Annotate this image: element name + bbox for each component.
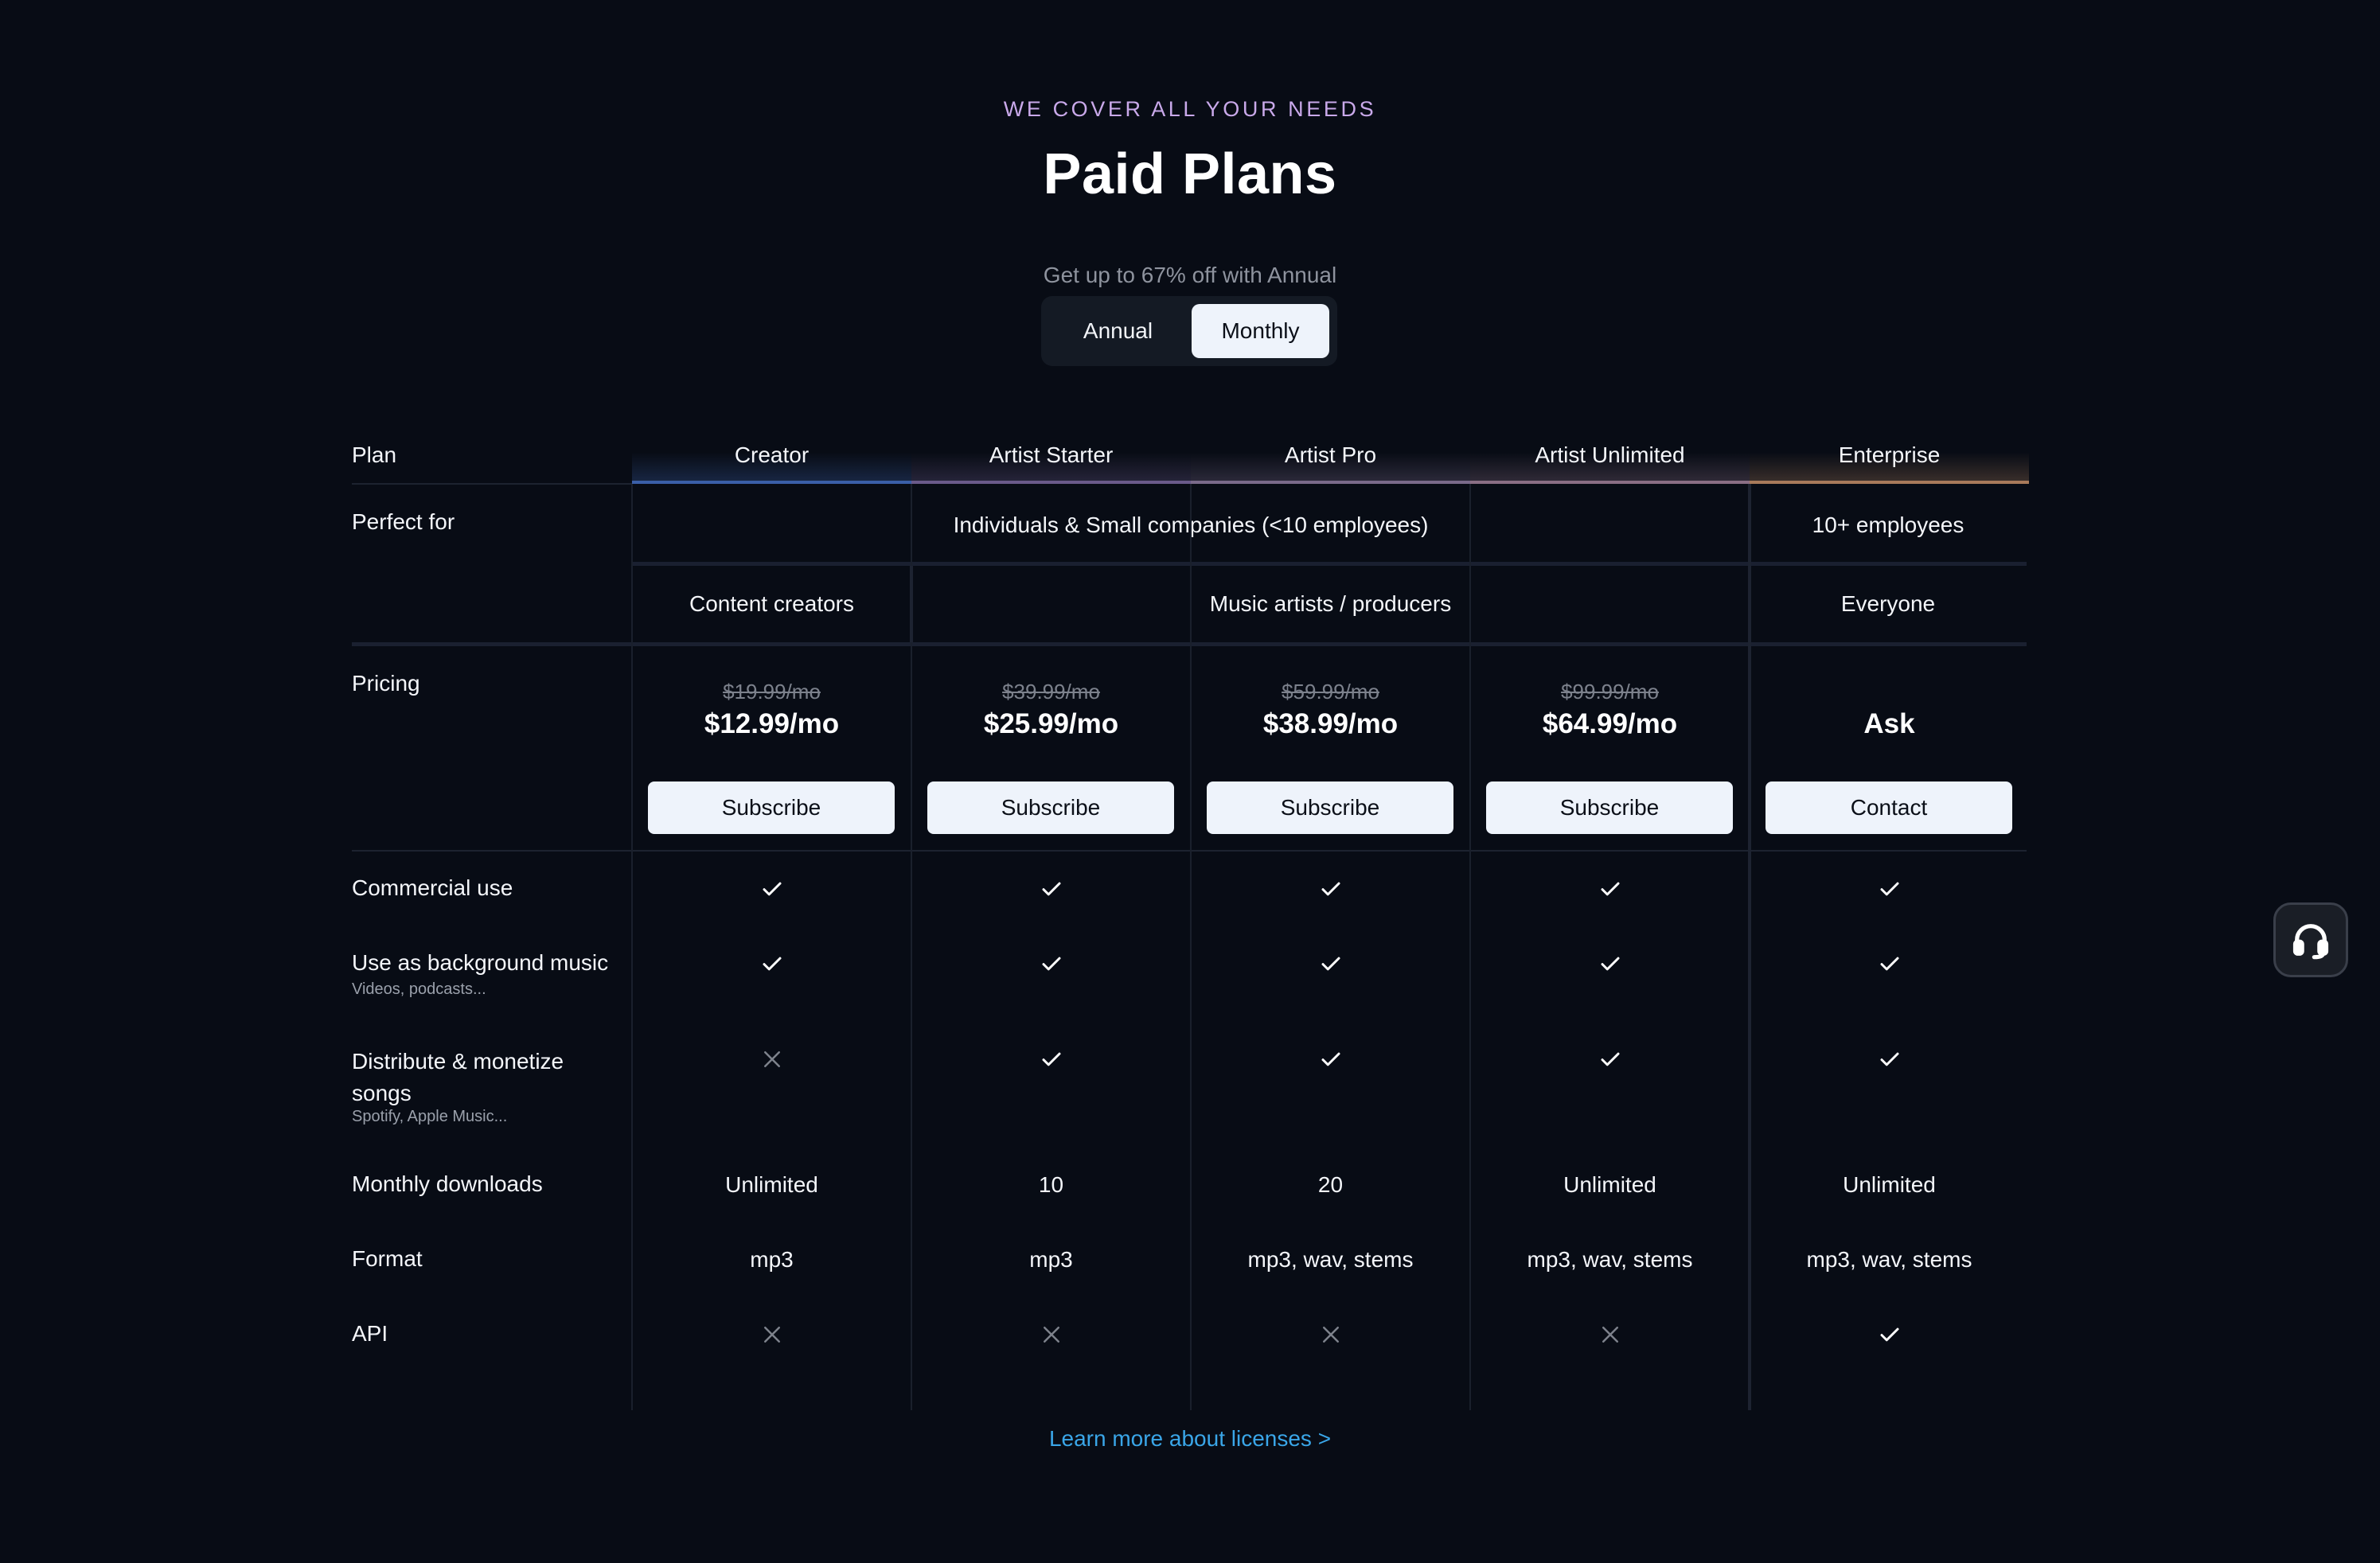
format-artist-unlimited: mp3, wav, stems xyxy=(1527,1247,1693,1272)
format-enterprise: mp3, wav, stems xyxy=(1806,1247,1972,1272)
row-label-distribute: Distribute & monetize songs xyxy=(352,1046,564,1109)
support-chat-button[interactable] xyxy=(2273,902,2348,977)
check-icon-commercial-use-artist-unlimited xyxy=(1470,877,1750,901)
check-icon-distribute-artist-starter xyxy=(911,1047,1191,1071)
annual-discount-note: Get up to 67% off with Annual xyxy=(1043,263,1337,287)
format-artist-starter: mp3 xyxy=(1029,1247,1073,1272)
headset-icon xyxy=(2292,924,2329,960)
format-creator: mp3 xyxy=(750,1247,794,1272)
billing-option-annual[interactable]: Annual xyxy=(1049,304,1187,358)
check-icon-background-music-artist-starter xyxy=(911,952,1191,976)
audience-music-artists: Music artists / producers xyxy=(1209,591,1452,616)
row-label-background-music: Use as background music xyxy=(352,950,609,975)
check-icon-commercial-use-artist-starter xyxy=(911,877,1191,901)
check-icon-background-music-creator xyxy=(632,952,911,976)
check-icon-distribute-artist-unlimited xyxy=(1470,1047,1750,1071)
row-label-format: Format xyxy=(352,1246,423,1271)
billing-option-monthly[interactable]: Monthly xyxy=(1192,304,1329,358)
check-icon-api-enterprise xyxy=(1750,1323,2029,1347)
plan-header-creator: Creator xyxy=(632,427,911,484)
section-eyebrow: WE COVER ALL YOUR NEEDS xyxy=(1003,97,1377,121)
old-price-artist-unlimited: $99.99/mo xyxy=(1561,680,1659,704)
cross-icon-distribute-creator xyxy=(632,1047,911,1071)
row-sublabel-distribute: Spotify, Apple Music... xyxy=(352,1108,508,1125)
row-sublabel-background-music: Videos, podcasts... xyxy=(352,980,486,998)
check-icon-commercial-use-artist-pro xyxy=(1191,877,1470,901)
old-price-artist-starter: $39.99/mo xyxy=(1002,680,1100,704)
plan-header-artist-pro: Artist Pro xyxy=(1191,427,1470,484)
subscribe-button-creator[interactable]: Subscribe xyxy=(648,782,895,834)
price-artist-pro: $38.99/mo xyxy=(1262,708,1399,739)
check-icon-background-music-artist-unlimited xyxy=(1470,952,1750,976)
row-label-monthly-downloads: Monthly downloads xyxy=(352,1171,543,1196)
row-label-plan: Plan xyxy=(352,442,397,467)
plan-header-artist-unlimited: Artist Unlimited xyxy=(1470,427,1750,484)
monthly-downloads-artist-starter: 10 xyxy=(1038,1172,1064,1197)
check-icon-commercial-use-enterprise xyxy=(1750,877,2029,901)
row-label-distribute-line2: songs xyxy=(352,1081,412,1105)
format-artist-pro: mp3, wav, stems xyxy=(1247,1247,1414,1272)
monthly-downloads-enterprise: Unlimited xyxy=(1843,1172,1936,1197)
check-icon-distribute-artist-pro xyxy=(1191,1047,1470,1071)
learn-more-licenses-link[interactable]: Learn more about licenses > xyxy=(0,1426,2380,1452)
creator-group-divider xyxy=(910,566,913,642)
audience-content-creators: Content creators xyxy=(689,591,854,616)
old-price-creator: $19.99/mo xyxy=(723,680,821,704)
check-icon-background-music-artist-pro xyxy=(1191,952,1470,976)
audience-everyone: Everyone xyxy=(1840,591,1936,616)
subscribe-button-artist-starter[interactable]: Subscribe xyxy=(927,782,1174,834)
check-icon-commercial-use-creator xyxy=(632,877,911,901)
enterprise-group-divider xyxy=(1748,484,1751,1410)
cross-icon-api-artist-unlimited xyxy=(1470,1323,1750,1347)
plan-header-enterprise: Enterprise xyxy=(1750,427,2029,484)
price-creator: $12.99/mo xyxy=(704,708,840,739)
check-icon-background-music-enterprise xyxy=(1750,952,2029,976)
row-label-perfect-for: Perfect for xyxy=(352,509,455,534)
row-label-distribute-line1: Distribute & monetize xyxy=(352,1049,564,1074)
subscribe-button-artist-pro[interactable]: Subscribe xyxy=(1207,782,1453,834)
price-artist-unlimited: $64.99/mo xyxy=(1542,708,1678,739)
row-label-commercial-use: Commercial use xyxy=(352,875,513,900)
row-label-pricing: Pricing xyxy=(352,671,420,696)
audience-enterprise: 10+ employees xyxy=(1812,513,1964,537)
row-label-api: API xyxy=(352,1321,388,1346)
monthly-downloads-creator: Unlimited xyxy=(725,1172,818,1197)
page-title: Paid Plans xyxy=(1043,142,1337,206)
billing-toggle: Annual Monthly xyxy=(1041,296,1337,366)
cross-icon-api-creator xyxy=(632,1323,911,1347)
contact-button-enterprise[interactable]: Contact xyxy=(1765,782,2012,834)
cross-icon-api-artist-pro xyxy=(1191,1323,1470,1347)
subscribe-button-artist-unlimited[interactable]: Subscribe xyxy=(1486,782,1733,834)
price-enterprise: Ask xyxy=(1863,708,1915,739)
monthly-downloads-artist-pro: 20 xyxy=(1317,1172,1344,1197)
old-price-artist-pro: $59.99/mo xyxy=(1282,680,1379,704)
plan-header-artist-starter: Artist Starter xyxy=(911,427,1191,484)
price-artist-starter: $25.99/mo xyxy=(983,708,1119,739)
cross-icon-api-artist-starter xyxy=(911,1323,1191,1347)
check-icon-distribute-enterprise xyxy=(1750,1047,2029,1071)
pricing-page: WE COVER ALL YOUR NEEDS Paid Plans Get u… xyxy=(0,0,2380,1563)
monthly-downloads-artist-unlimited: Unlimited xyxy=(1563,1172,1656,1197)
